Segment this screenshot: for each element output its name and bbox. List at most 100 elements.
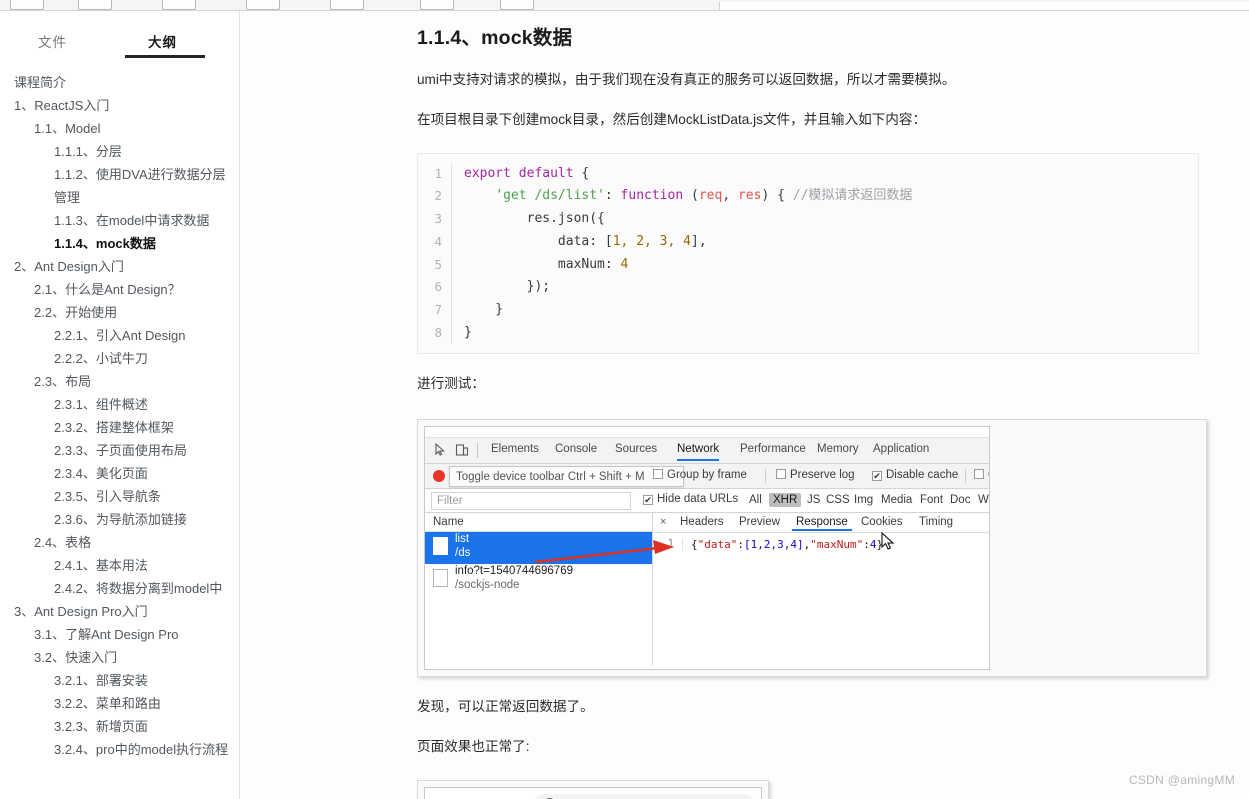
- checkbox-hide-data-urls[interactable]: ✔ Hide data URLs: [643, 493, 738, 505]
- outline-list: 课程简介 1、ReactJS入门 1.1、Model 1.1.1、分层 1.1.2、使用…: [0, 71, 239, 761]
- outline-item[interactable]: 1.1.1、分层: [0, 140, 239, 163]
- devtools-tab-memory[interactable]: Memory: [817, 443, 859, 455]
- watermark: CSDN @amingMM: [1128, 773, 1235, 787]
- outline-item[interactable]: 2.3.3、子页面使用布局: [0, 439, 239, 462]
- code-token-paren: (: [683, 188, 699, 204]
- devtools-tab-console[interactable]: Console: [555, 443, 597, 455]
- code-token-comment: //模拟请求返回数据: [792, 188, 913, 204]
- toolbar-button-2[interactable]: [78, 0, 112, 10]
- outline-item[interactable]: 课程简介: [0, 71, 239, 94]
- filter-type-media[interactable]: Media: [877, 493, 916, 507]
- tab-outline[interactable]: 大纲: [148, 31, 177, 51]
- toolbar-separator: [965, 468, 966, 483]
- code-line-number: 8: [418, 321, 452, 345]
- outline-item[interactable]: 2.4.2、将数据分离到model中: [0, 577, 239, 600]
- paragraph-intro: umi中支持对请求的模拟，由于我们现在没有真正的服务可以返回数据，所以才需要模拟…: [417, 72, 956, 87]
- outline-item[interactable]: 2.4、表格: [0, 531, 239, 554]
- outline-item[interactable]: 1.1.2、使用DVA进行数据分层管理: [0, 163, 239, 209]
- checkbox-offline[interactable]: O: [974, 468, 989, 481]
- response-colon-2: :: [863, 537, 870, 551]
- network-request-row[interactable]: list /ds: [425, 531, 652, 564]
- checkbox-label: Group by frame: [667, 468, 747, 481]
- code-line-number: 5: [418, 253, 452, 277]
- checkbox-group-by-frame[interactable]: Group by frame: [653, 468, 747, 481]
- close-icon[interactable]: ×: [660, 516, 666, 528]
- devtools-tab-performance[interactable]: Performance: [740, 443, 806, 455]
- outline-item[interactable]: 3.2、快速入门: [0, 646, 239, 669]
- code-line-content: }: [464, 324, 472, 340]
- toolbar-button-4[interactable]: [246, 0, 280, 10]
- toggle-device-toolbar-icon[interactable]: [455, 443, 471, 459]
- filter-type-img[interactable]: Img: [850, 493, 877, 507]
- detail-tab-headers[interactable]: Headers: [680, 516, 723, 528]
- checkbox-preserve-log[interactable]: Preserve log: [776, 468, 855, 481]
- detail-tab-timing[interactable]: Timing: [919, 516, 953, 528]
- inspect-element-icon[interactable]: [433, 442, 449, 459]
- toolbar-button-5[interactable]: [330, 0, 364, 10]
- devtools-tab-application[interactable]: Application: [873, 443, 929, 455]
- address-bar[interactable]: i localhost:8000/List: [533, 793, 755, 799]
- filter-type-css[interactable]: CSS: [822, 493, 854, 507]
- filter-type-xhr[interactable]: XHR: [769, 492, 802, 507]
- outline-item[interactable]: 3.2.1、部署安装: [0, 669, 239, 692]
- outline-item[interactable]: 2、Ant Design入门: [0, 255, 239, 278]
- outline-item[interactable]: 3.2.4、pro中的model执行流程: [0, 738, 239, 761]
- devtools-tab-sources[interactable]: Sources: [615, 443, 657, 455]
- devtools-titlebar: [425, 426, 989, 438]
- code-line-content: maxNum: 4: [464, 254, 628, 277]
- outline-item[interactable]: 2.3.2、搭建整体框架: [0, 416, 239, 439]
- code-line-content: 'get /ds/list': function (req, res) { //…: [464, 185, 912, 208]
- detail-tab-response[interactable]: Response: [792, 516, 852, 531]
- code-line-number: 1: [418, 162, 452, 186]
- outline-item[interactable]: 2.3.5、引入导航条: [0, 485, 239, 508]
- filter-type-ws[interactable]: WS: [974, 493, 989, 507]
- outline-item[interactable]: 1.1.4、mock数据: [0, 232, 239, 255]
- filter-input[interactable]: Filter: [431, 491, 631, 510]
- outline-item[interactable]: 2.2.1、引入Ant Design: [0, 324, 239, 347]
- request-path: /sockjs-node: [455, 578, 520, 591]
- outline-item[interactable]: 2.3.4、美化页面: [0, 462, 239, 485]
- document-body: 1.1.4、mock数据 umi中支持对请求的模拟，由于我们现在没有真正的服务可…: [417, 11, 1207, 799]
- filter-type-font[interactable]: Font: [916, 493, 947, 507]
- outline-item[interactable]: 3.2.2、菜单和路由: [0, 692, 239, 715]
- devtools-tab-network[interactable]: Network: [677, 443, 720, 461]
- outline-item[interactable]: 3.2.3、新增页面: [0, 715, 239, 738]
- outline-item[interactable]: 1.1、Model: [0, 117, 239, 140]
- outline-item[interactable]: 1.1.3、在model中请求数据: [0, 209, 239, 232]
- outline-item[interactable]: 1、ReactJS入门: [0, 94, 239, 117]
- checkbox-box: [776, 468, 786, 479]
- outline-item[interactable]: 2.1、什么是Ant Design？: [0, 278, 239, 301]
- code-line-number: 3: [418, 208, 452, 231]
- paragraph-test: 进行测试：: [417, 376, 485, 392]
- detail-tab-cookies[interactable]: Cookies: [861, 516, 903, 528]
- outline-item[interactable]: 2.2.2、小试牛刀: [0, 347, 239, 370]
- toolbar-button-3[interactable]: [162, 0, 196, 10]
- outline-item[interactable]: 3.1、了解Ant Design Pro: [0, 623, 239, 646]
- request-path: /ds: [455, 546, 471, 559]
- tab-files[interactable]: 文件: [38, 31, 67, 51]
- code-token-array-close: ],: [691, 233, 707, 249]
- outline-item[interactable]: 2.3.6、为导航添加链接: [0, 508, 239, 531]
- outline-item[interactable]: 2.2、开始使用: [0, 301, 239, 324]
- toolbar-button-1[interactable]: [10, 0, 44, 10]
- devtools-screenshot: Elements Console Sources Network Perform…: [424, 425, 990, 670]
- outline-item[interactable]: 2.3、布局: [0, 370, 239, 393]
- code-line: 5 maxNum: 4: [418, 253, 1198, 277]
- filter-type-all[interactable]: All: [745, 493, 766, 507]
- outline-item[interactable]: 3、Ant Design Pro入门: [0, 600, 239, 623]
- page-title: 1.1.4、mock数据: [417, 27, 573, 49]
- toolbar-button-6[interactable]: [420, 0, 454, 10]
- outline-item[interactable]: 2.3.1、组件概述: [0, 393, 239, 416]
- toolbar-button-7[interactable]: [500, 0, 534, 10]
- devtools-tab-elements[interactable]: Elements: [491, 443, 539, 455]
- outline-item[interactable]: 2.4.1、基本用法: [0, 554, 239, 577]
- record-button[interactable]: [433, 469, 445, 482]
- filter-type-doc[interactable]: Doc: [946, 493, 974, 507]
- network-request-row[interactable]: info?t=1540744696769 /sockjs-node: [425, 564, 652, 596]
- detail-tab-preview[interactable]: Preview: [739, 516, 780, 528]
- request-name: info?t=1540744696769: [455, 564, 573, 577]
- checkbox-label: O: [988, 469, 989, 481]
- paragraph-create-mock: 在项目根目录下创建mock目录，然后创建MockListData.js文件，并且…: [417, 112, 927, 128]
- code-token-maxnum-key: maxNum:: [464, 256, 621, 272]
- checkbox-disable-cache[interactable]: ✔ Disable cache: [872, 469, 958, 481]
